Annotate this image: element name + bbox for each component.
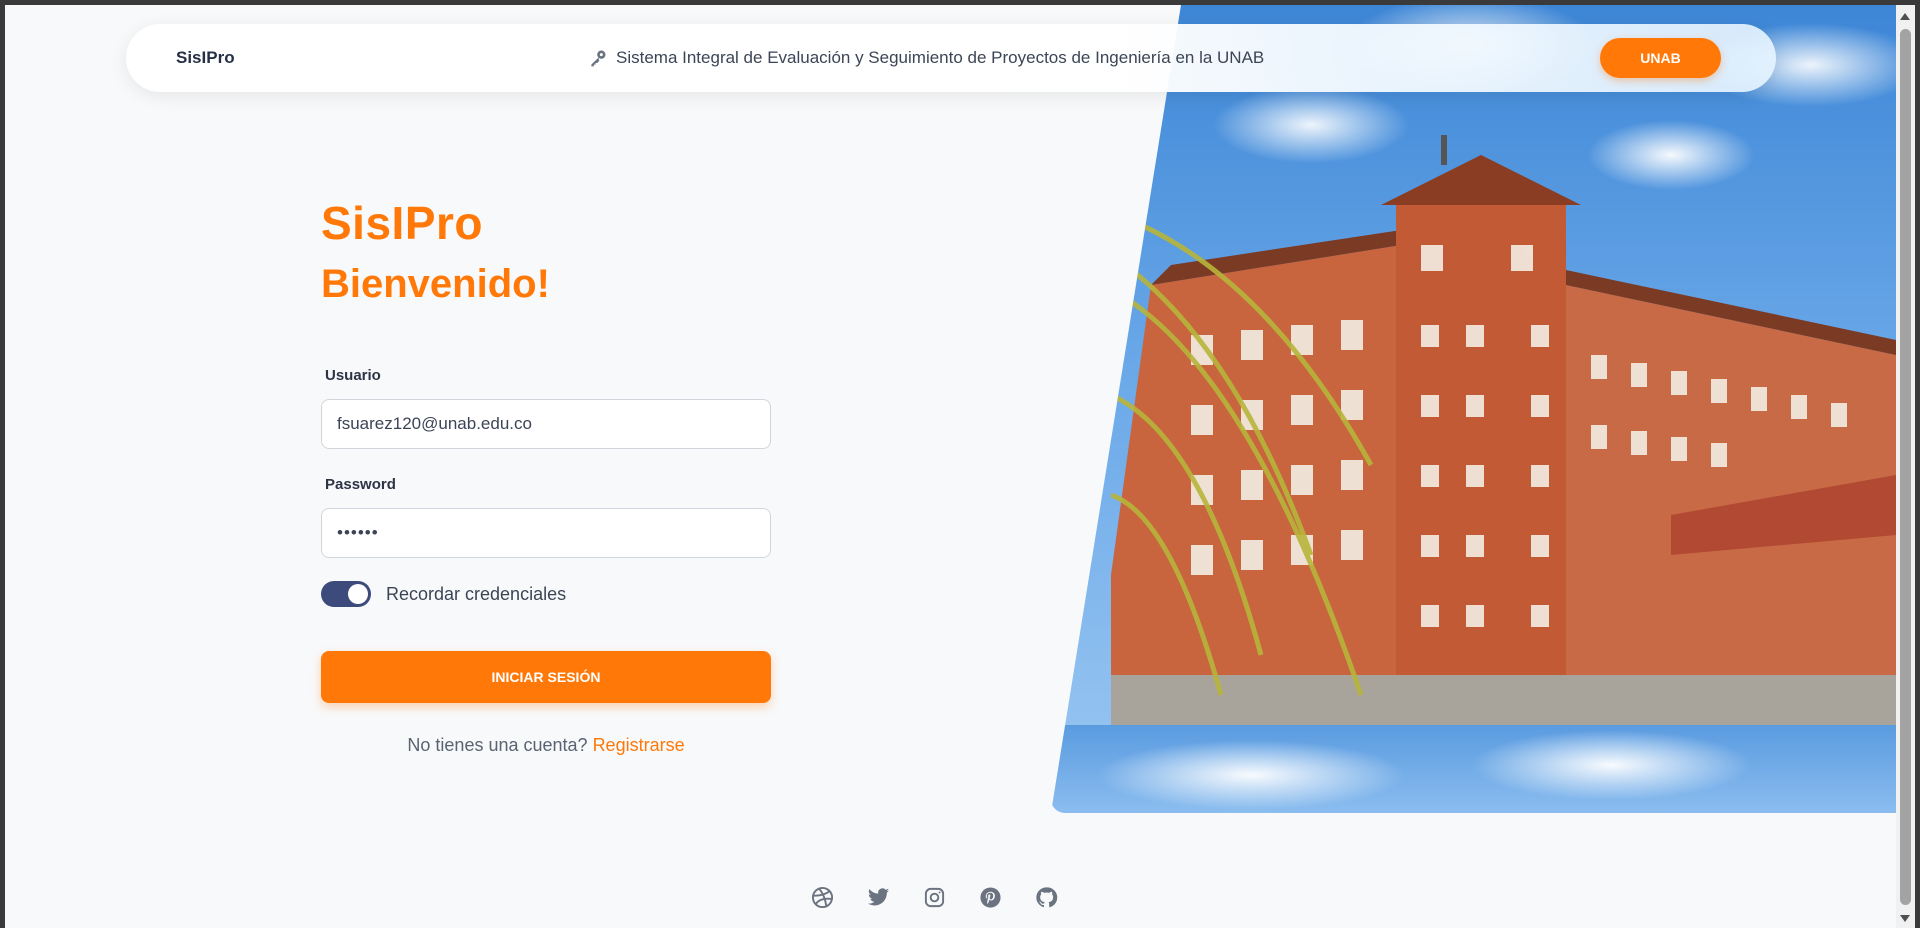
navbar-subtitle-text: Sistema Integral de Evaluación y Seguimi… [616,48,1265,67]
password-label: Password [325,476,396,493]
campus-building-illustration [1111,135,1896,725]
dribbble-icon[interactable] [811,886,834,909]
register-prompt: No tienes una cuenta? Registrarse [321,735,771,756]
login-button[interactable]: INICIAR SESIÓN [321,651,771,703]
unab-button[interactable]: UNAB [1600,38,1721,78]
remember-toggle[interactable] [321,581,371,607]
register-link[interactable]: Registrarse [593,735,685,755]
github-icon[interactable] [1035,886,1058,909]
login-form: SisIPro Bienvenido! Usuario Password Rec… [321,195,771,755]
instagram-icon[interactable] [923,886,946,909]
register-prompt-text: No tienes una cuenta? [407,735,588,755]
top-navbar: SisIPro Sistema Integral de Evaluación y… [126,24,1776,92]
pinterest-icon[interactable] [979,886,1002,909]
scroll-up-arrow-icon[interactable] [1900,13,1910,20]
page: SisIPro Sistema Integral de Evaluación y… [5,5,1896,928]
scroll-thumb[interactable] [1900,29,1911,905]
welcome-heading: Bienvenido! [321,262,550,306]
remember-label[interactable]: Recordar credenciales [386,584,566,605]
remember-credentials: Recordar credenciales [321,581,566,607]
username-label: Usuario [325,367,381,384]
key-icon [591,50,606,67]
scroll-down-arrow-icon[interactable] [1900,915,1910,922]
navbar-subtitle: Sistema Integral de Evaluación y Seguimi… [588,24,1264,92]
navbar-brand[interactable]: SisIPro [176,24,235,92]
vertical-scrollbar[interactable] [1896,5,1915,928]
twitter-icon[interactable] [867,886,890,909]
hero-image [1051,5,1896,813]
login-brand-title: SisIPro [321,197,484,249]
social-links [811,886,1058,909]
sky-strip [1051,725,1896,813]
toggle-knob [348,584,368,604]
password-input[interactable] [321,508,771,558]
username-input[interactable] [321,399,771,449]
